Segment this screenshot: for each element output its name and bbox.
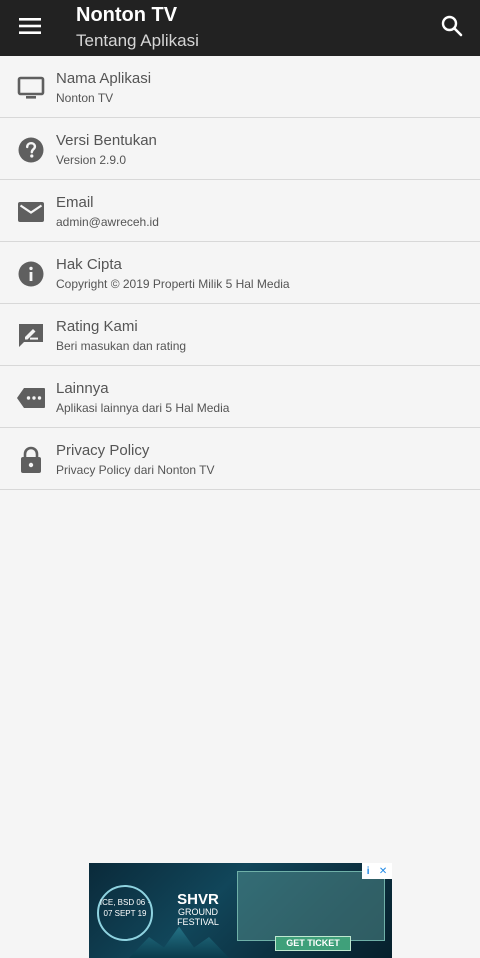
- lock-icon: [16, 445, 46, 475]
- item-label: Email: [56, 194, 94, 211]
- more-tag-icon: [16, 383, 46, 413]
- list-item-rating[interactable]: Rating Kami Beri masukan dan rating: [0, 304, 480, 366]
- ad-get-ticket-button[interactable]: GET TICKET: [275, 936, 351, 951]
- tv-icon: [16, 73, 46, 103]
- item-value: Nonton TV: [56, 91, 114, 105]
- list-item-version[interactable]: Versi Bentukan Version 2.9.0: [0, 118, 480, 180]
- item-label: Lainnya: [56, 380, 109, 397]
- item-label: Nama Aplikasi: [56, 70, 152, 87]
- rate-review-icon: [16, 321, 46, 351]
- adchoices-info-icon[interactable]: i: [367, 866, 370, 877]
- banner-ad[interactable]: ICE, BSD 06 · 07 SEPT 19 SHVR GROUND FES…: [89, 863, 392, 958]
- list-item-copyright[interactable]: Hak Cipta Copyright © 2019 Properti Mili…: [0, 242, 480, 304]
- adchoices-badge[interactable]: i ✕: [362, 863, 392, 879]
- email-icon: [16, 197, 46, 227]
- item-value: Version 2.9.0: [56, 153, 127, 167]
- ad-lineup-panel: [237, 871, 385, 941]
- ad-brand-logo: SHVR GROUND FESTIVAL: [163, 891, 233, 927]
- ad-brand-subtitle: GROUND FESTIVAL: [177, 907, 219, 927]
- info-icon: [16, 259, 46, 289]
- list-item-email[interactable]: Email admin@awreceh.id: [0, 180, 480, 242]
- ad-date-badge: ICE, BSD 06 · 07 SEPT 19: [97, 885, 153, 941]
- list-item-app-name[interactable]: Nama Aplikasi Nonton TV: [0, 56, 480, 118]
- item-value: Copyright © 2019 Properti Milik 5 Hal Me…: [56, 277, 290, 291]
- ad-brand-title: SHVR: [177, 891, 219, 908]
- app-bar: Nonton TV Tentang Aplikasi: [0, 0, 480, 56]
- about-list: Nama Aplikasi Nonton TV Versi Bentukan V…: [0, 56, 480, 490]
- item-value: Aplikasi lainnya dari 5 Hal Media: [56, 401, 230, 415]
- help-circle-icon: [16, 135, 46, 165]
- list-item-privacy-policy[interactable]: Privacy Policy Privacy Policy dari Nonto…: [0, 428, 480, 490]
- ad-close-icon[interactable]: ✕: [379, 866, 387, 877]
- item-label: Hak Cipta: [56, 256, 122, 273]
- item-value: Privacy Policy dari Nonton TV: [56, 463, 215, 477]
- list-item-more-apps[interactable]: Lainnya Aplikasi lainnya dari 5 Hal Medi…: [0, 366, 480, 428]
- item-label: Versi Bentukan: [56, 132, 157, 149]
- item-value: Beri masukan dan rating: [56, 339, 187, 353]
- app-title: Nonton TV: [76, 4, 178, 26]
- item-label: Rating Kami: [56, 318, 138, 335]
- page-subtitle: Tentang Aplikasi: [76, 31, 199, 50]
- hamburger-menu-icon[interactable]: [8, 4, 52, 48]
- item-value: admin@awreceh.id: [56, 215, 159, 229]
- item-label: Privacy Policy: [56, 442, 150, 459]
- search-icon[interactable]: [430, 4, 474, 48]
